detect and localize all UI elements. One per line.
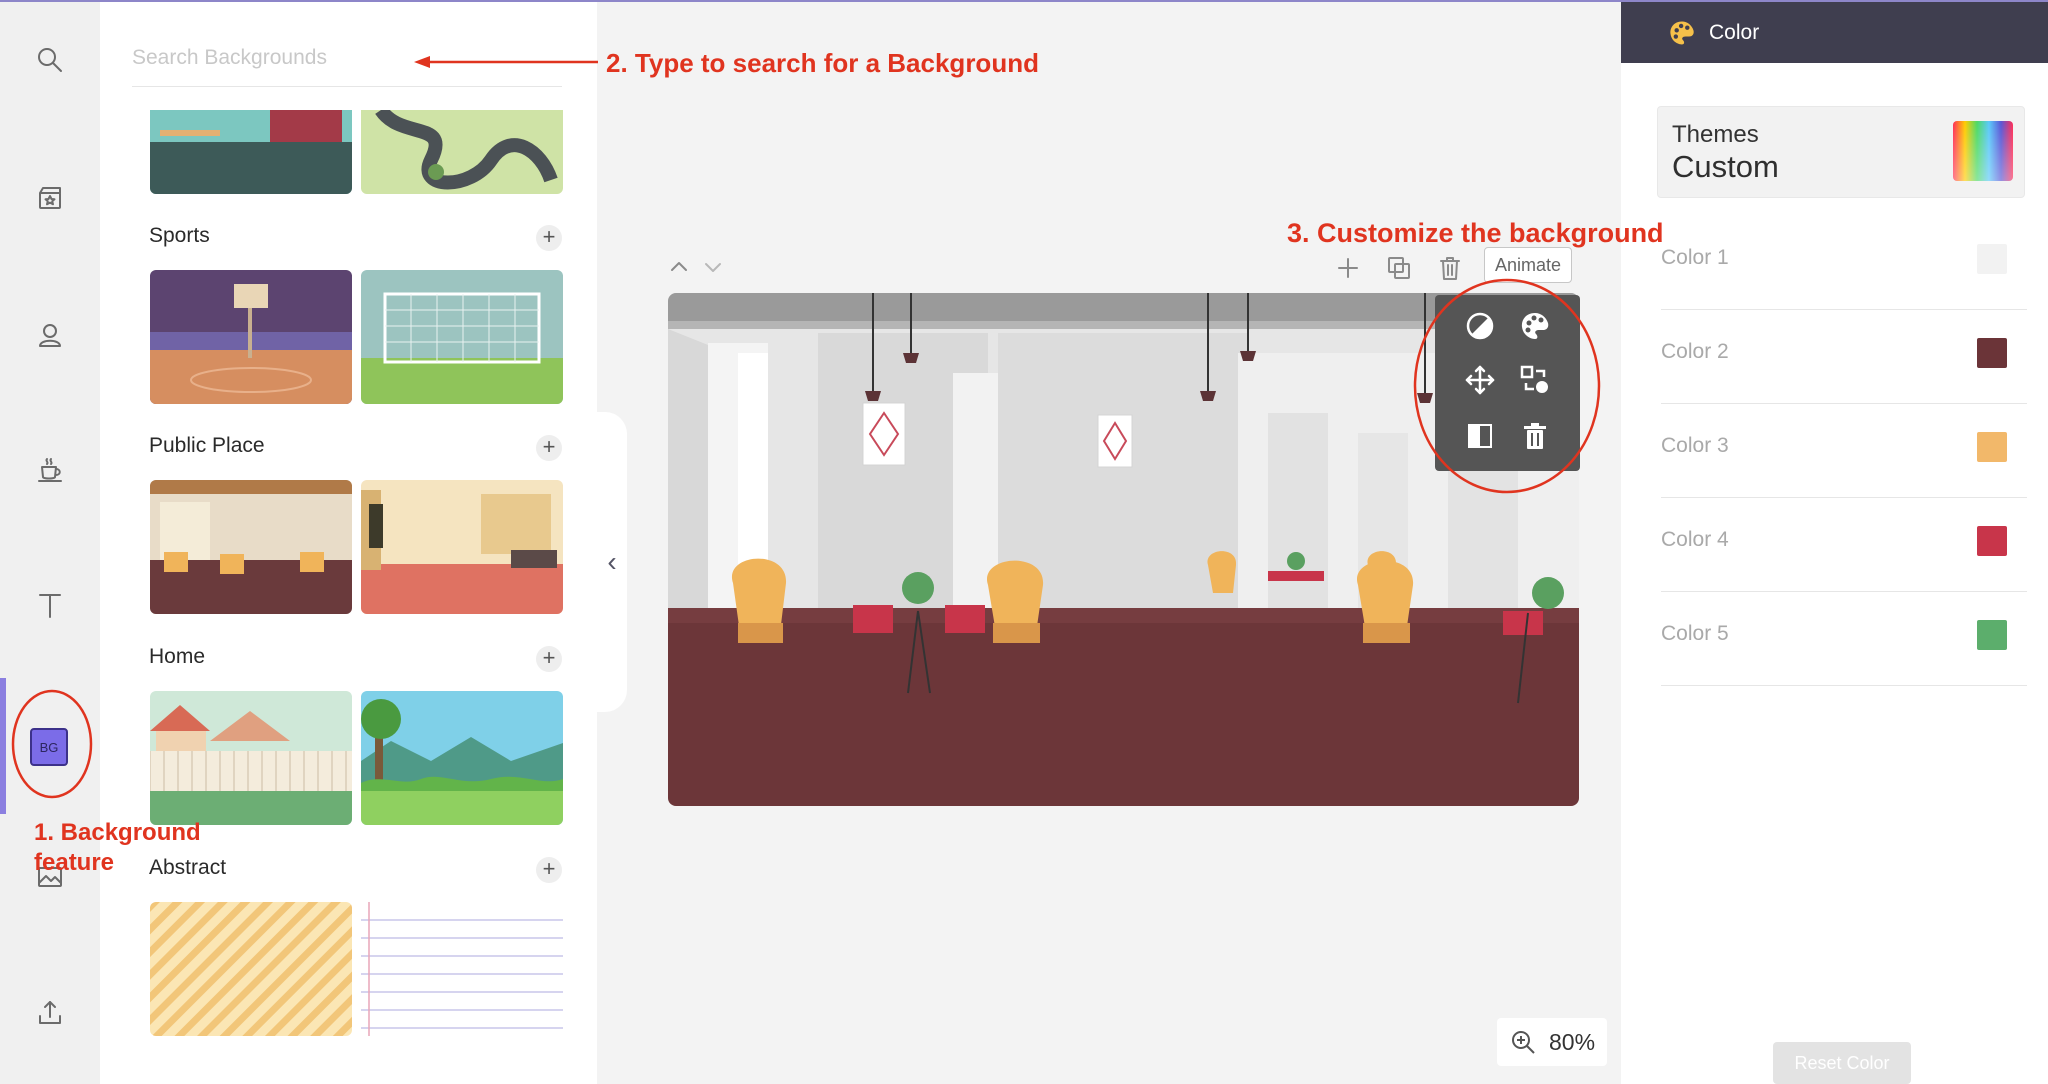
color-panel-title: Color <box>1709 20 1760 44</box>
color-row-5[interactable]: Color 5 <box>1661 592 2027 686</box>
annotation-step1-line1: 1. Background <box>34 819 201 846</box>
color-swatch[interactable] <box>1977 338 2007 368</box>
color-row-1[interactable]: Color 1 <box>1661 216 2027 310</box>
text-icon[interactable] <box>30 585 70 625</box>
themes-value: Custom <box>1672 149 1779 184</box>
backgrounds-panel: Sports + Public Place + Home + Abstract … <box>100 2 597 1084</box>
color-label: Color 1 <box>1661 246 1729 269</box>
annotation-step3: 3. Customize the background <box>1287 218 1664 248</box>
background-thumbnail-store[interactable] <box>361 480 563 614</box>
category-label-sports: Sports <box>149 224 210 247</box>
search-icon[interactable] <box>30 40 70 80</box>
background-thumbnail-garden[interactable] <box>361 691 563 825</box>
zoom-level: 80% <box>1549 1028 1596 1055</box>
search-input[interactable] <box>132 40 562 76</box>
zoom-in-icon <box>1512 1031 1535 1054</box>
delete-icon[interactable] <box>1435 253 1465 283</box>
reset-color-button[interactable]: Reset Color <box>1773 1042 1911 1084</box>
background-icon[interactable]: BG <box>30 728 68 766</box>
color-row-4[interactable]: Color 4 <box>1661 498 2027 592</box>
upload-icon[interactable] <box>30 992 70 1032</box>
add-icon[interactable] <box>1333 253 1363 283</box>
color-panel: Color Themes Custom Color 1 Color 2 Colo… <box>1621 2 2048 1084</box>
annotation-step2: 2. Type to search for a Background <box>606 48 1039 78</box>
layer-down-icon[interactable] <box>700 254 726 280</box>
background-thumbnail-notebook[interactable] <box>361 902 563 1036</box>
trash-icon[interactable] <box>1518 419 1552 453</box>
scene-icon[interactable] <box>30 178 70 218</box>
color-swatch[interactable] <box>1977 526 2007 556</box>
color-label: Color 3 <box>1661 434 1729 457</box>
add-category-sports-button[interactable]: + <box>536 225 562 251</box>
swap-icon[interactable] <box>1518 363 1552 397</box>
background-label: BG <box>39 739 59 755</box>
duplicate-icon[interactable] <box>1384 253 1414 283</box>
active-indicator <box>0 678 6 814</box>
flip-icon[interactable] <box>1463 419 1497 453</box>
background-context-menu <box>1435 295 1580 471</box>
layer-up-icon[interactable] <box>666 254 692 280</box>
color-label: Color 4 <box>1661 528 1729 551</box>
left-rail: BG <box>0 2 100 1084</box>
background-thumbnail-soccer[interactable] <box>361 270 563 404</box>
add-category-abstract-button[interactable]: + <box>536 857 562 883</box>
category-label-public-place: Public Place <box>149 434 265 457</box>
color-row-2[interactable]: Color 2 <box>1661 310 2027 404</box>
animate-button[interactable]: Animate <box>1484 247 1572 283</box>
zoom-control[interactable]: 80% <box>1497 1018 1607 1066</box>
add-category-home-button[interactable]: + <box>536 646 562 672</box>
color-swatch[interactable] <box>1977 620 2007 650</box>
background-thumbnail-backyard[interactable] <box>150 691 352 825</box>
palette-icon <box>1670 21 1694 44</box>
move-icon[interactable] <box>1463 363 1497 397</box>
color-swatch[interactable] <box>1977 244 2007 274</box>
contrast-icon[interactable] <box>1463 309 1497 343</box>
chevron-left-icon: ‹ <box>607 546 617 577</box>
character-icon[interactable] <box>30 315 70 355</box>
color-label: Color 5 <box>1661 622 1729 645</box>
collapse-panel-button[interactable]: ‹ <box>597 412 627 712</box>
themes-selector[interactable]: Themes Custom <box>1657 106 2025 198</box>
color-label: Color 2 <box>1661 340 1729 363</box>
color-panel-header: Color <box>1621 2 2048 63</box>
background-thumbnail[interactable] <box>150 110 352 194</box>
add-category-public-place-button[interactable]: + <box>536 435 562 461</box>
annotation-step1: 1. Background feature <box>34 818 201 878</box>
themes-swatch <box>1953 121 2013 181</box>
background-thumbnail[interactable] <box>361 110 563 194</box>
background-thumbnail-cafe[interactable] <box>150 480 352 614</box>
color-swatch[interactable] <box>1977 432 2007 462</box>
background-thumbnail-stripes[interactable] <box>150 902 352 1036</box>
background-thumbnail-basketball[interactable] <box>150 270 352 404</box>
color-row-3[interactable]: Color 3 <box>1661 404 2027 498</box>
category-label-home: Home <box>149 645 206 668</box>
palette-icon[interactable] <box>1518 309 1552 343</box>
search-underline <box>132 86 562 87</box>
themes-label: Themes <box>1672 121 1759 148</box>
annotation-step1-line2: feature <box>34 849 115 876</box>
props-icon[interactable] <box>30 450 70 490</box>
